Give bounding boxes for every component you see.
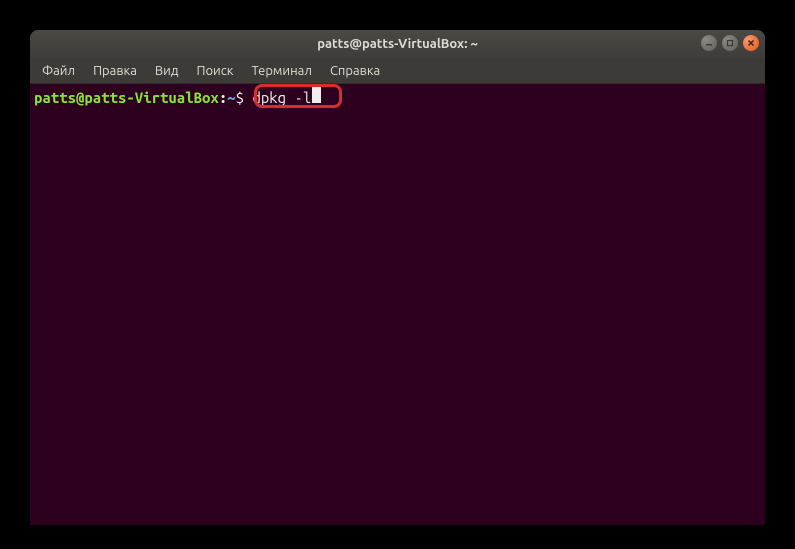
prompt-colon: : [219, 88, 227, 108]
titlebar: patts@patts-VirtualBox: ~ [30, 30, 765, 58]
prompt-user: patts@patts-VirtualBox [34, 88, 219, 108]
cursor [312, 86, 321, 103]
terminal-area[interactable]: patts@patts-VirtualBox:~$ dpkg -l [30, 84, 765, 525]
prompt-dollar: $ [236, 88, 253, 108]
close-button[interactable] [743, 35, 759, 51]
close-icon [747, 39, 755, 47]
menu-search[interactable]: Поиск [188, 61, 241, 81]
minimize-icon [705, 39, 713, 47]
prompt-path: ~ [227, 88, 235, 108]
window-title: patts@patts-VirtualBox: ~ [317, 37, 478, 51]
terminal-window: patts@patts-VirtualBox: ~ Файл Пр [30, 30, 765, 525]
menu-help[interactable]: Справка [322, 61, 388, 81]
menu-terminal[interactable]: Терминал [243, 61, 319, 81]
minimize-button[interactable] [701, 35, 717, 51]
menu-view[interactable]: Вид [147, 61, 187, 81]
window-controls [701, 35, 759, 51]
maximize-button[interactable] [722, 35, 738, 51]
command-input: dpkg -l [252, 88, 311, 108]
prompt-line: patts@patts-VirtualBox:~$ dpkg -l [34, 86, 761, 108]
menu-file[interactable]: Файл [34, 61, 83, 81]
maximize-icon [726, 39, 734, 47]
menubar: Файл Правка Вид Поиск Терминал Справка [30, 58, 765, 84]
menu-edit[interactable]: Правка [85, 61, 145, 81]
